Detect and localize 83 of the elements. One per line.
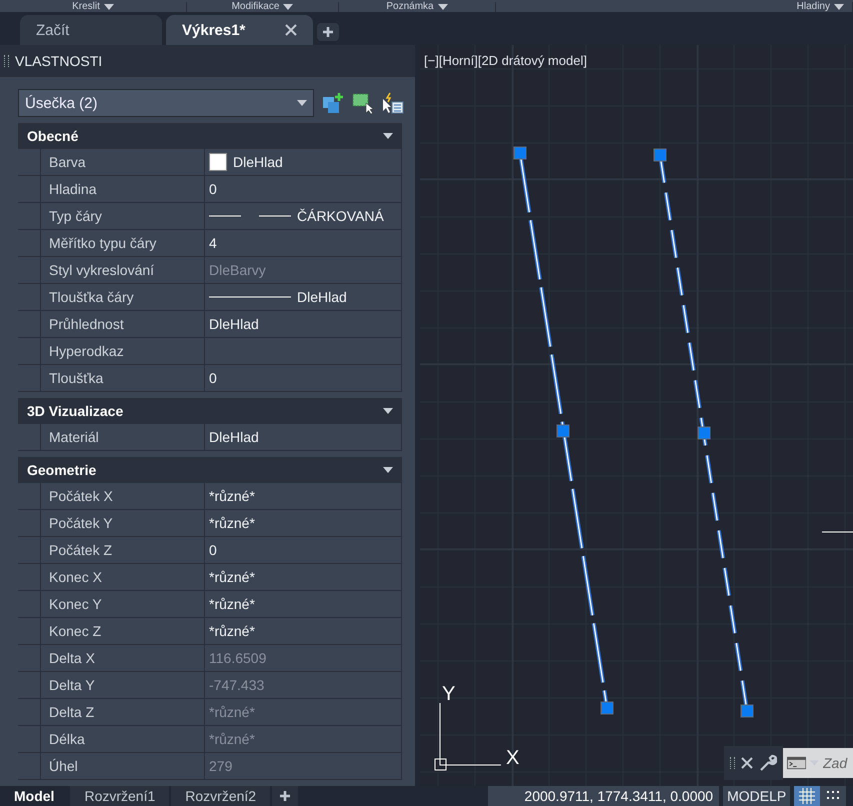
ribbon-panel-label[interactable]: Modifikace bbox=[232, 2, 280, 12]
close-icon[interactable] bbox=[741, 757, 753, 769]
property-label: Delta Y bbox=[40, 672, 205, 698]
property-value[interactable]: ČÁRKOVANÁ bbox=[297, 208, 384, 224]
model-space-toggle[interactable]: MODELP bbox=[723, 786, 790, 806]
color-swatch bbox=[209, 153, 227, 171]
selection-dropdown[interactable]: Úsečka (2) bbox=[18, 89, 314, 117]
dropdown-caret-icon bbox=[834, 4, 844, 10]
grid-icon bbox=[799, 788, 816, 804]
coordinates-readout: 2000.9711, 1774.3411, 0.0000 bbox=[488, 786, 720, 806]
ucs-x-label: X bbox=[506, 747, 520, 769]
property-label: Tloušťka čáry bbox=[40, 284, 205, 310]
viewport-control[interactable]: [−] bbox=[424, 53, 439, 68]
palette-title: VLASTNOSTI bbox=[15, 53, 102, 69]
property-value[interactable]: *různé* bbox=[209, 596, 255, 612]
property-value[interactable]: *různé* bbox=[209, 488, 255, 504]
ribbon-panel-label[interactable]: Kreslit bbox=[72, 2, 100, 12]
property-label: Průhlednost bbox=[40, 311, 205, 337]
property-label: Počátek Y bbox=[40, 510, 205, 536]
wrench-icon[interactable] bbox=[759, 754, 777, 772]
drag-handle-icon[interactable] bbox=[730, 757, 735, 769]
plus-icon bbox=[322, 26, 334, 38]
section-header[interactable]: Geometrie bbox=[18, 457, 402, 483]
collapse-caret-icon bbox=[383, 133, 393, 139]
layout-tab[interactable]: Rozvržení2 bbox=[171, 786, 270, 806]
add-to-set-icon[interactable] bbox=[322, 92, 344, 114]
property-label: Delta X bbox=[40, 645, 205, 671]
property-label: Délka bbox=[40, 726, 205, 752]
layout-tab[interactable]: Rozvržení1 bbox=[70, 786, 170, 806]
property-label: Barva bbox=[40, 149, 205, 175]
property-label: Materiál bbox=[40, 424, 205, 450]
file-tab[interactable]: Začít bbox=[20, 15, 162, 45]
viewport-control[interactable]: [Horní] bbox=[438, 53, 478, 68]
property-value[interactable]: DleHlad bbox=[209, 316, 259, 332]
property-value[interactable]: 0 bbox=[209, 181, 217, 197]
ribbon-panel-label[interactable]: Poznámka bbox=[386, 2, 434, 12]
ucs-icon bbox=[434, 702, 502, 770]
grid-toggle[interactable] bbox=[794, 786, 820, 806]
property-label: Styl vykreslování bbox=[40, 257, 205, 283]
property-value[interactable]: DleHlad bbox=[233, 154, 283, 170]
property-value[interactable]: 0 bbox=[209, 542, 217, 558]
snap-toggle[interactable] bbox=[820, 786, 846, 806]
property-label: Hladina bbox=[40, 176, 205, 202]
property-value[interactable]: *různé* bbox=[209, 623, 255, 639]
property-label: Hyperodkaz bbox=[40, 338, 205, 364]
dropdown-caret-icon bbox=[438, 4, 448, 10]
dropdown-caret-icon bbox=[104, 4, 114, 10]
property-label: Typ čáry bbox=[40, 203, 205, 229]
property-label: Úhel bbox=[40, 753, 205, 779]
new-layout-button[interactable] bbox=[272, 786, 298, 806]
property-label: Počátek X bbox=[40, 483, 205, 509]
caret-icon bbox=[297, 100, 307, 106]
property-label: Konec Z bbox=[40, 618, 205, 644]
property-label: Konec X bbox=[40, 564, 205, 590]
terminal-icon bbox=[787, 756, 806, 770]
dropdown-caret-icon bbox=[283, 4, 294, 10]
property-value[interactable]: 0 bbox=[209, 370, 217, 386]
close-icon[interactable] bbox=[285, 24, 298, 36]
ucs-y-label: Y bbox=[442, 683, 456, 705]
drag-handle-icon[interactable] bbox=[4, 55, 9, 67]
ribbon-panel-label[interactable]: Hladiny bbox=[796, 2, 830, 12]
property-label: Konec Y bbox=[40, 591, 205, 617]
property-value[interactable]: DleHlad bbox=[297, 289, 347, 305]
dashed-line[interactable] bbox=[514, 146, 614, 714]
collapse-caret-icon bbox=[383, 467, 393, 473]
property-value[interactable]: DleHlad bbox=[209, 429, 259, 445]
property-label: Delta Z bbox=[40, 699, 205, 725]
viewport-control[interactable]: [2D drátový model] bbox=[478, 53, 587, 68]
section-header[interactable]: Obecné bbox=[18, 123, 402, 149]
property-label: Měřítko typu čáry bbox=[40, 230, 205, 256]
quick-select-icon[interactable] bbox=[382, 92, 404, 114]
new-tab-button[interactable] bbox=[317, 23, 340, 41]
select-objects-icon[interactable] bbox=[352, 92, 374, 114]
file-tab[interactable]: Výkres1* bbox=[166, 15, 314, 45]
property-value[interactable]: *různé* bbox=[209, 515, 255, 531]
collapse-caret-icon bbox=[383, 408, 393, 414]
property-label: Počátek Z bbox=[40, 537, 205, 563]
property-value[interactable]: 4 bbox=[209, 235, 217, 251]
plus-icon bbox=[279, 790, 292, 802]
property-value[interactable]: *různé* bbox=[209, 569, 255, 585]
property-label: Tloušťka bbox=[40, 365, 205, 391]
section-header[interactable]: 3D Vizualizace bbox=[18, 398, 402, 424]
dashed-line[interactable] bbox=[654, 148, 754, 718]
